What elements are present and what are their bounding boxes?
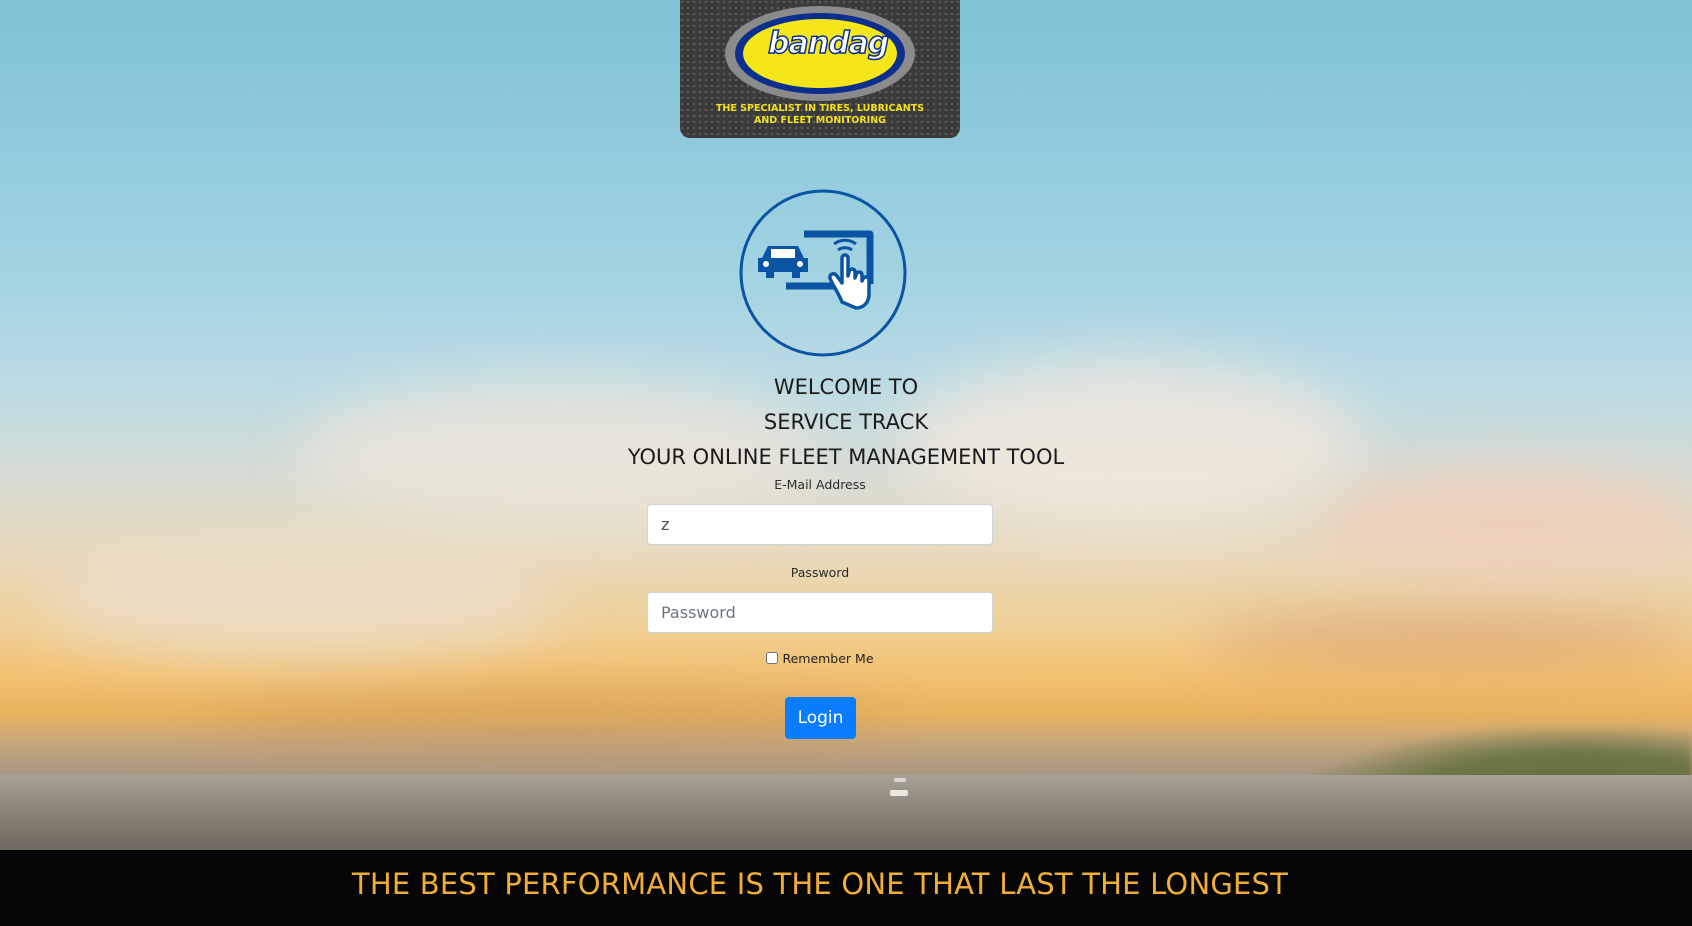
- password-field[interactable]: [647, 592, 993, 633]
- remember-me-checkbox[interactable]: [766, 652, 779, 664]
- login-page: bandag THE SPECIALIST IN TIRES, LUBRICAN…: [0, 0, 1692, 926]
- background-road: [0, 775, 1692, 850]
- email-field[interactable]: [647, 504, 993, 545]
- brand-logo: bandag THE SPECIALIST IN TIRES, LUBRICAN…: [680, 0, 960, 138]
- background-cloud: [1320, 470, 1692, 580]
- welcome-heading: WELCOME TO SERVICE TRACK YOUR ONLINE FLE…: [546, 370, 1146, 475]
- footer-slogan: THE BEST PERFORMANCE IS THE ONE THAT LAS…: [351, 867, 1289, 901]
- fleet-touch-icon: [739, 189, 907, 357]
- remember-me: Remember Me: [646, 651, 994, 666]
- password-label: Password: [790, 565, 850, 580]
- footer-bar: THE BEST PERFORMANCE IS THE ONE THAT LAS…: [0, 850, 1692, 926]
- welcome-line: WELCOME TO: [773, 375, 919, 399]
- welcome-line: SERVICE TRACK: [763, 410, 929, 434]
- road-marking: [894, 778, 906, 782]
- email-label: E-Mail Address: [774, 477, 866, 492]
- logo-tagline: THE SPECIALIST IN TIRES, LUBRICANTS AND …: [715, 103, 925, 126]
- road-marking: [890, 790, 908, 796]
- login-button[interactable]: Login: [785, 697, 856, 739]
- welcome-line: YOUR ONLINE FLEET MANAGEMENT TOOL: [627, 445, 1065, 469]
- logo-wordmark: bandag: [767, 25, 890, 62]
- remember-me-label[interactable]: Remember Me: [782, 651, 873, 666]
- background-cloud: [1200, 620, 1692, 660]
- background-cloud: [40, 540, 560, 660]
